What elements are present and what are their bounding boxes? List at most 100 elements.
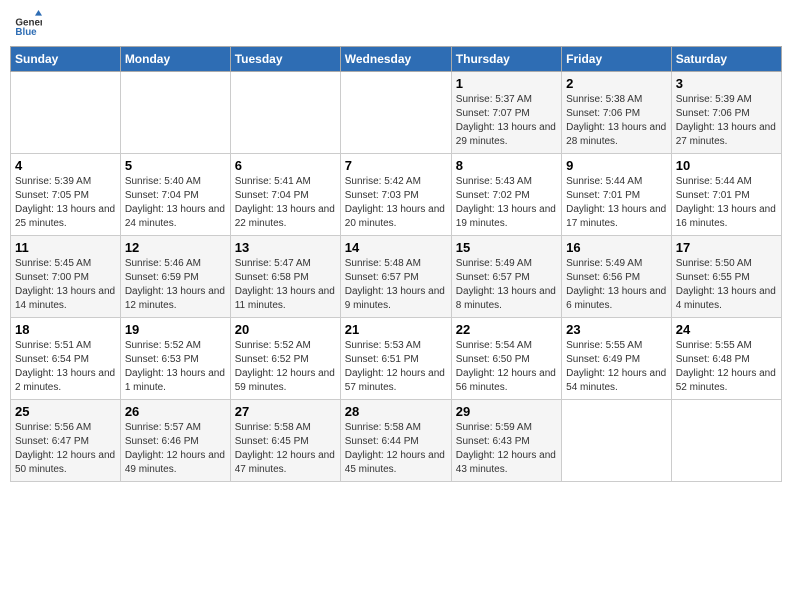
calendar-cell: 25 Sunrise: 5:56 AMSunset: 6:47 PMDayligh… bbox=[11, 400, 121, 482]
calendar-cell: 28Sunrise: 5:58 AMSunset: 6:44 PMDayligh… bbox=[340, 400, 451, 482]
day-number: 20 bbox=[235, 322, 336, 337]
calendar-cell: 21 Sunrise: 5:53 AMSunset: 6:51 PMDayligh… bbox=[340, 318, 451, 400]
calendar-cell bbox=[340, 72, 451, 154]
day-info: Sunrise: 5:47 AMSunset: 6:58 PMDaylight:… bbox=[235, 257, 336, 313]
calendar-cell bbox=[230, 72, 340, 154]
day-info: Sunrise: 5:41 AMSunset: 7:04 PMDaylight:… bbox=[235, 175, 336, 231]
day-number: 21 bbox=[345, 322, 447, 337]
day-info: Sunrise: 5:56 AMSunset: 6:47 PMDaylight:… bbox=[15, 421, 116, 477]
calendar-header-row: SundayMondayTuesdayWednesdayThursdayFrid… bbox=[11, 47, 782, 72]
day-number: 8 bbox=[456, 158, 557, 173]
day-info: Sunrise: 5:48 AMSunset: 6:57 PMDaylight:… bbox=[345, 257, 447, 313]
calendar-cell: 3 Sunrise: 5:39 AMSunset: 7:06 PMDaylight… bbox=[671, 72, 781, 154]
calendar-week-1: 1 Sunrise: 5:37 AMSunset: 7:07 PMDaylight… bbox=[11, 72, 782, 154]
col-header-saturday: Saturday bbox=[671, 47, 781, 72]
day-number: 1 bbox=[456, 76, 557, 91]
day-info: Sunrise: 5:52 AMSunset: 6:52 PMDaylight:… bbox=[235, 339, 336, 395]
calendar-week-5: 25 Sunrise: 5:56 AMSunset: 6:47 PMDayligh… bbox=[11, 400, 782, 482]
col-header-monday: Monday bbox=[120, 47, 230, 72]
day-info: Sunrise: 5:51 AMSunset: 6:54 PMDaylight:… bbox=[15, 339, 116, 395]
day-info: Sunrise: 5:39 AMSunset: 7:05 PMDaylight:… bbox=[15, 175, 116, 231]
calendar-cell: 9 Sunrise: 5:44 AMSunset: 7:01 PMDaylight… bbox=[562, 154, 672, 236]
day-number: 17 bbox=[676, 240, 777, 255]
day-number: 19 bbox=[125, 322, 226, 337]
day-number: 22 bbox=[456, 322, 557, 337]
day-info: Sunrise: 5:49 AMSunset: 6:56 PMDaylight:… bbox=[566, 257, 667, 313]
day-info: Sunrise: 5:42 AMSunset: 7:03 PMDaylight:… bbox=[345, 175, 447, 231]
calendar-week-4: 18 Sunrise: 5:51 AMSunset: 6:54 PMDayligh… bbox=[11, 318, 782, 400]
calendar-cell: 13 Sunrise: 5:47 AMSunset: 6:58 PMDayligh… bbox=[230, 236, 340, 318]
calendar-cell: 18 Sunrise: 5:51 AMSunset: 6:54 PMDayligh… bbox=[11, 318, 121, 400]
day-number: 13 bbox=[235, 240, 336, 255]
day-info: Sunrise: 5:45 AMSunset: 7:00 PMDaylight:… bbox=[15, 257, 116, 313]
calendar-cell: 27 Sunrise: 5:58 AMSunset: 6:45 PMDayligh… bbox=[230, 400, 340, 482]
day-info: Sunrise: 5:46 AMSunset: 6:59 PMDaylight:… bbox=[125, 257, 226, 313]
svg-text:Blue: Blue bbox=[15, 27, 37, 38]
day-number: 29 bbox=[456, 404, 557, 419]
calendar-cell: 5 Sunrise: 5:40 AMSunset: 7:04 PMDaylight… bbox=[120, 154, 230, 236]
calendar-table: SundayMondayTuesdayWednesdayThursdayFrid… bbox=[10, 46, 782, 482]
calendar-week-2: 4Sunrise: 5:39 AMSunset: 7:05 PMDaylight… bbox=[11, 154, 782, 236]
day-info: Sunrise: 5:50 AMSunset: 6:55 PMDaylight:… bbox=[676, 257, 777, 313]
day-info: Sunrise: 5:58 AMSunset: 6:45 PMDaylight:… bbox=[235, 421, 336, 477]
logo: General Blue bbox=[14, 10, 46, 38]
col-header-friday: Friday bbox=[562, 47, 672, 72]
day-info: Sunrise: 5:54 AMSunset: 6:50 PMDaylight:… bbox=[456, 339, 557, 395]
calendar-cell: 29 Sunrise: 5:59 AMSunset: 6:43 PMDayligh… bbox=[451, 400, 561, 482]
calendar-cell bbox=[120, 72, 230, 154]
calendar-cell: 23 Sunrise: 5:55 AMSunset: 6:49 PMDayligh… bbox=[562, 318, 672, 400]
calendar-cell: 19 Sunrise: 5:52 AMSunset: 6:53 PMDayligh… bbox=[120, 318, 230, 400]
day-info: Sunrise: 5:39 AMSunset: 7:06 PMDaylight:… bbox=[676, 93, 777, 149]
calendar-cell: 17 Sunrise: 5:50 AMSunset: 6:55 PMDayligh… bbox=[671, 236, 781, 318]
day-number: 2 bbox=[566, 76, 667, 91]
day-number: 5 bbox=[125, 158, 226, 173]
day-info: Sunrise: 5:43 AMSunset: 7:02 PMDaylight:… bbox=[456, 175, 557, 231]
day-info: Sunrise: 5:55 AMSunset: 6:49 PMDaylight:… bbox=[566, 339, 667, 395]
calendar-cell: 12 Sunrise: 5:46 AMSunset: 6:59 PMDayligh… bbox=[120, 236, 230, 318]
calendar-cell: 26Sunrise: 5:57 AMSunset: 6:46 PMDayligh… bbox=[120, 400, 230, 482]
day-info: Sunrise: 5:58 AMSunset: 6:44 PMDaylight:… bbox=[345, 421, 447, 477]
day-number: 12 bbox=[125, 240, 226, 255]
day-number: 18 bbox=[15, 322, 116, 337]
calendar-cell: 7 Sunrise: 5:42 AMSunset: 7:03 PMDaylight… bbox=[340, 154, 451, 236]
day-number: 9 bbox=[566, 158, 667, 173]
day-number: 10 bbox=[676, 158, 777, 173]
calendar-cell: 14Sunrise: 5:48 AMSunset: 6:57 PMDayligh… bbox=[340, 236, 451, 318]
day-number: 23 bbox=[566, 322, 667, 337]
calendar-cell: 22 Sunrise: 5:54 AMSunset: 6:50 PMDayligh… bbox=[451, 318, 561, 400]
day-info: Sunrise: 5:59 AMSunset: 6:43 PMDaylight:… bbox=[456, 421, 557, 477]
day-info: Sunrise: 5:38 AMSunset: 7:06 PMDaylight:… bbox=[566, 93, 667, 149]
day-number: 25 bbox=[15, 404, 116, 419]
col-header-wednesday: Wednesday bbox=[340, 47, 451, 72]
day-info: Sunrise: 5:57 AMSunset: 6:46 PMDaylight:… bbox=[125, 421, 226, 477]
calendar-cell bbox=[562, 400, 672, 482]
calendar-cell: 11 Sunrise: 5:45 AMSunset: 7:00 PMDayligh… bbox=[11, 236, 121, 318]
day-number: 24 bbox=[676, 322, 777, 337]
day-info: Sunrise: 5:37 AMSunset: 7:07 PMDaylight:… bbox=[456, 93, 557, 149]
day-number: 11 bbox=[15, 240, 116, 255]
calendar-cell: 4Sunrise: 5:39 AMSunset: 7:05 PMDaylight… bbox=[11, 154, 121, 236]
day-info: Sunrise: 5:49 AMSunset: 6:57 PMDaylight:… bbox=[456, 257, 557, 313]
day-number: 15 bbox=[456, 240, 557, 255]
day-number: 7 bbox=[345, 158, 447, 173]
calendar-cell: 16 Sunrise: 5:49 AMSunset: 6:56 PMDayligh… bbox=[562, 236, 672, 318]
col-header-thursday: Thursday bbox=[451, 47, 561, 72]
day-number: 6 bbox=[235, 158, 336, 173]
day-number: 16 bbox=[566, 240, 667, 255]
day-number: 3 bbox=[676, 76, 777, 91]
calendar-cell: 8 Sunrise: 5:43 AMSunset: 7:02 PMDaylight… bbox=[451, 154, 561, 236]
day-info: Sunrise: 5:44 AMSunset: 7:01 PMDaylight:… bbox=[676, 175, 777, 231]
calendar-cell: 2 Sunrise: 5:38 AMSunset: 7:06 PMDaylight… bbox=[562, 72, 672, 154]
logo-icon: General Blue bbox=[14, 10, 42, 38]
day-info: Sunrise: 5:40 AMSunset: 7:04 PMDaylight:… bbox=[125, 175, 226, 231]
calendar-cell: 1 Sunrise: 5:37 AMSunset: 7:07 PMDaylight… bbox=[451, 72, 561, 154]
page-header: General Blue bbox=[10, 10, 782, 38]
day-info: Sunrise: 5:53 AMSunset: 6:51 PMDaylight:… bbox=[345, 339, 447, 395]
calendar-cell bbox=[671, 400, 781, 482]
col-header-sunday: Sunday bbox=[11, 47, 121, 72]
day-info: Sunrise: 5:52 AMSunset: 6:53 PMDaylight:… bbox=[125, 339, 226, 395]
calendar-cell bbox=[11, 72, 121, 154]
day-info: Sunrise: 5:44 AMSunset: 7:01 PMDaylight:… bbox=[566, 175, 667, 231]
day-number: 27 bbox=[235, 404, 336, 419]
calendar-cell: 24Sunrise: 5:55 AMSunset: 6:48 PMDayligh… bbox=[671, 318, 781, 400]
